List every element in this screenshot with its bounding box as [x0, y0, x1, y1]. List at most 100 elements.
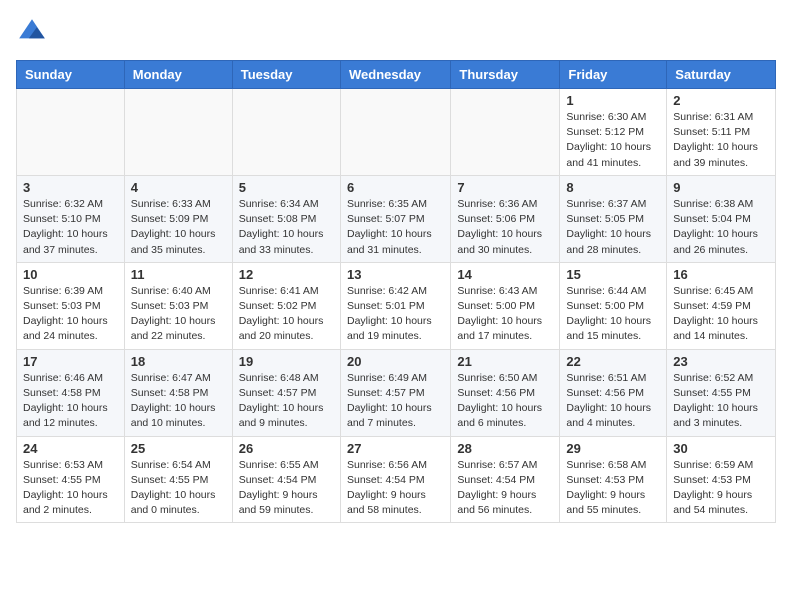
calendar-cell: 3 Sunrise: 6:32 AM Sunset: 5:10 PM Daylig… — [17, 175, 125, 262]
cell-content: Sunrise: 6:50 AM Sunset: 4:56 PM Dayligh… — [457, 371, 553, 432]
cell-content: Sunrise: 6:45 AM Sunset: 4:59 PM Dayligh… — [673, 284, 769, 345]
calendar-cell: 11 Sunrise: 6:40 AM Sunset: 5:03 PM Dayli… — [124, 262, 232, 349]
cell-content: Sunrise: 6:41 AM Sunset: 5:02 PM Dayligh… — [239, 284, 334, 345]
calendar-cell: 4 Sunrise: 6:33 AM Sunset: 5:09 PM Daylig… — [124, 175, 232, 262]
day-number: 28 — [457, 441, 553, 456]
cell-content: Sunrise: 6:31 AM Sunset: 5:11 PM Dayligh… — [673, 110, 769, 171]
day-number: 12 — [239, 267, 334, 282]
day-number: 16 — [673, 267, 769, 282]
day-number: 24 — [23, 441, 118, 456]
day-number: 17 — [23, 354, 118, 369]
page-header — [16, 16, 776, 48]
cell-content: Sunrise: 6:35 AM Sunset: 5:07 PM Dayligh… — [347, 197, 444, 258]
calendar-cell: 12 Sunrise: 6:41 AM Sunset: 5:02 PM Dayli… — [232, 262, 340, 349]
cell-content: Sunrise: 6:58 AM Sunset: 4:53 PM Dayligh… — [566, 458, 660, 519]
day-number: 2 — [673, 93, 769, 108]
calendar-cell — [451, 89, 560, 176]
calendar-cell: 7 Sunrise: 6:36 AM Sunset: 5:06 PM Daylig… — [451, 175, 560, 262]
calendar-cell: 2 Sunrise: 6:31 AM Sunset: 5:11 PM Daylig… — [667, 89, 776, 176]
calendar-cell — [340, 89, 450, 176]
logo-icon — [16, 16, 48, 48]
calendar-cell: 25Sunrise: 6:54 AM Sunset: 4:55 PM Dayli… — [124, 436, 232, 523]
calendar-week-row: 24 Sunrise: 6:53 AM Sunset: 4:55 PM Dayli… — [17, 436, 776, 523]
cell-content: Sunrise: 6:36 AM Sunset: 5:06 PM Dayligh… — [457, 197, 553, 258]
calendar-cell: 21 Sunrise: 6:50 AM Sunset: 4:56 PM Dayli… — [451, 349, 560, 436]
cell-content: Sunrise: 6:40 AM Sunset: 5:03 PM Dayligh… — [131, 284, 226, 345]
weekday-header-row: SundayMondayTuesdayWednesdayThursdayFrid… — [17, 61, 776, 89]
cell-content: Sunrise: 6:43 AM Sunset: 5:00 PM Dayligh… — [457, 284, 553, 345]
day-number: 9 — [673, 180, 769, 195]
cell-content: Sunrise: 6:34 AM Sunset: 5:08 PM Dayligh… — [239, 197, 334, 258]
cell-content: Sunrise: 6:51 AM Sunset: 4:56 PM Dayligh… — [566, 371, 660, 432]
calendar-cell — [232, 89, 340, 176]
calendar-cell: 28Sunrise: 6:57 AM Sunset: 4:54 PM Dayli… — [451, 436, 560, 523]
day-number: 20 — [347, 354, 444, 369]
calendar-cell: 20 Sunrise: 6:49 AM Sunset: 4:57 PM Dayli… — [340, 349, 450, 436]
calendar-cell: 14 Sunrise: 6:43 AM Sunset: 5:00 PM Dayli… — [451, 262, 560, 349]
calendar-cell: 13Sunrise: 6:42 AM Sunset: 5:01 PM Dayli… — [340, 262, 450, 349]
calendar-cell: 18 Sunrise: 6:47 AM Sunset: 4:58 PM Dayli… — [124, 349, 232, 436]
cell-content: Sunrise: 6:59 AM Sunset: 4:53 PM Dayligh… — [673, 458, 769, 519]
day-number: 4 — [131, 180, 226, 195]
calendar-cell: 1 Sunrise: 6:30 AM Sunset: 5:12 PM Daylig… — [560, 89, 667, 176]
calendar-cell: 10 Sunrise: 6:39 AM Sunset: 5:03 PM Dayli… — [17, 262, 125, 349]
day-number: 19 — [239, 354, 334, 369]
cell-content: Sunrise: 6:53 AM Sunset: 4:55 PM Dayligh… — [23, 458, 118, 519]
weekday-header-wednesday: Wednesday — [340, 61, 450, 89]
day-number: 3 — [23, 180, 118, 195]
cell-content: Sunrise: 6:49 AM Sunset: 4:57 PM Dayligh… — [347, 371, 444, 432]
cell-content: Sunrise: 6:47 AM Sunset: 4:58 PM Dayligh… — [131, 371, 226, 432]
weekday-header-saturday: Saturday — [667, 61, 776, 89]
calendar-cell — [17, 89, 125, 176]
calendar-cell: 5 Sunrise: 6:34 AM Sunset: 5:08 PM Daylig… — [232, 175, 340, 262]
day-number: 29 — [566, 441, 660, 456]
day-number: 26 — [239, 441, 334, 456]
calendar-cell: 27Sunrise: 6:56 AM Sunset: 4:54 PM Dayli… — [340, 436, 450, 523]
cell-content: Sunrise: 6:52 AM Sunset: 4:55 PM Dayligh… — [673, 371, 769, 432]
calendar-week-row: 1 Sunrise: 6:30 AM Sunset: 5:12 PM Daylig… — [17, 89, 776, 176]
calendar-cell: 24 Sunrise: 6:53 AM Sunset: 4:55 PM Dayli… — [17, 436, 125, 523]
day-number: 15 — [566, 267, 660, 282]
cell-content: Sunrise: 6:37 AM Sunset: 5:05 PM Dayligh… — [566, 197, 660, 258]
cell-content: Sunrise: 6:38 AM Sunset: 5:04 PM Dayligh… — [673, 197, 769, 258]
day-number: 5 — [239, 180, 334, 195]
day-number: 8 — [566, 180, 660, 195]
calendar-cell: 6 Sunrise: 6:35 AM Sunset: 5:07 PM Daylig… — [340, 175, 450, 262]
weekday-header-thursday: Thursday — [451, 61, 560, 89]
cell-content: Sunrise: 6:54 AM Sunset: 4:55 PM Dayligh… — [131, 458, 226, 519]
day-number: 18 — [131, 354, 226, 369]
day-number: 6 — [347, 180, 444, 195]
cell-content: Sunrise: 6:39 AM Sunset: 5:03 PM Dayligh… — [23, 284, 118, 345]
cell-content: Sunrise: 6:30 AM Sunset: 5:12 PM Dayligh… — [566, 110, 660, 171]
calendar-cell: 15 Sunrise: 6:44 AM Sunset: 5:00 PM Dayli… — [560, 262, 667, 349]
cell-content: Sunrise: 6:33 AM Sunset: 5:09 PM Dayligh… — [131, 197, 226, 258]
cell-content: Sunrise: 6:42 AM Sunset: 5:01 PM Dayligh… — [347, 284, 444, 345]
calendar-cell: 8 Sunrise: 6:37 AM Sunset: 5:05 PM Daylig… — [560, 175, 667, 262]
calendar-cell: 26Sunrise: 6:55 AM Sunset: 4:54 PM Dayli… — [232, 436, 340, 523]
day-number: 14 — [457, 267, 553, 282]
day-number: 23 — [673, 354, 769, 369]
calendar-week-row: 3 Sunrise: 6:32 AM Sunset: 5:10 PM Daylig… — [17, 175, 776, 262]
calendar-cell: 19 Sunrise: 6:48 AM Sunset: 4:57 PM Dayli… — [232, 349, 340, 436]
day-number: 10 — [23, 267, 118, 282]
cell-content: Sunrise: 6:44 AM Sunset: 5:00 PM Dayligh… — [566, 284, 660, 345]
weekday-header-monday: Monday — [124, 61, 232, 89]
calendar-week-row: 17 Sunrise: 6:46 AM Sunset: 4:58 PM Dayli… — [17, 349, 776, 436]
cell-content: Sunrise: 6:32 AM Sunset: 5:10 PM Dayligh… — [23, 197, 118, 258]
day-number: 21 — [457, 354, 553, 369]
weekday-header-sunday: Sunday — [17, 61, 125, 89]
calendar-cell: 23 Sunrise: 6:52 AM Sunset: 4:55 PM Dayli… — [667, 349, 776, 436]
cell-content: Sunrise: 6:46 AM Sunset: 4:58 PM Dayligh… — [23, 371, 118, 432]
day-number: 1 — [566, 93, 660, 108]
calendar-cell: 9 Sunrise: 6:38 AM Sunset: 5:04 PM Daylig… — [667, 175, 776, 262]
day-number: 22 — [566, 354, 660, 369]
logo — [16, 16, 52, 48]
day-number: 7 — [457, 180, 553, 195]
calendar-cell: 30Sunrise: 6:59 AM Sunset: 4:53 PM Dayli… — [667, 436, 776, 523]
cell-content: Sunrise: 6:48 AM Sunset: 4:57 PM Dayligh… — [239, 371, 334, 432]
day-number: 11 — [131, 267, 226, 282]
calendar-cell: 22 Sunrise: 6:51 AM Sunset: 4:56 PM Dayli… — [560, 349, 667, 436]
day-number: 27 — [347, 441, 444, 456]
weekday-header-tuesday: Tuesday — [232, 61, 340, 89]
calendar-week-row: 10 Sunrise: 6:39 AM Sunset: 5:03 PM Dayli… — [17, 262, 776, 349]
